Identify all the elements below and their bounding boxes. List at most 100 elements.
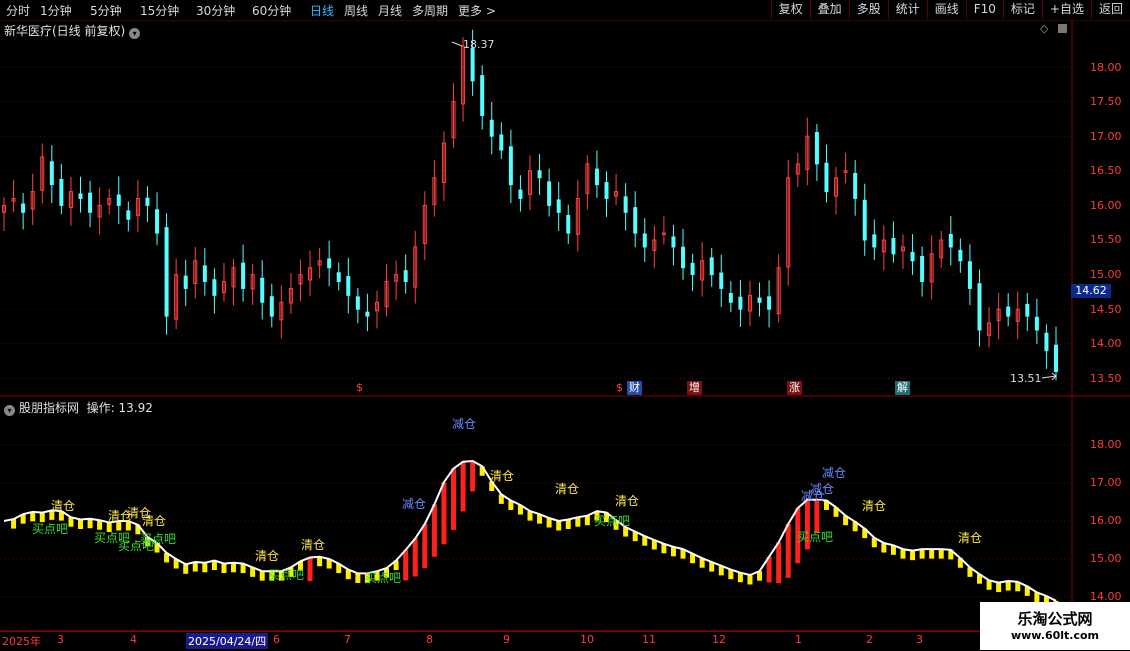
candle-body [824,162,829,193]
x-tick: 6 [273,633,280,646]
signal-clear: 清仓 [862,499,887,513]
candle-body [623,196,628,213]
event-marker-unlock[interactable]: 解 [895,381,910,395]
candle-body [126,210,131,220]
candle-body [719,272,724,289]
candle-body [977,283,982,331]
ind-y-tick: 16.00 [1090,514,1122,527]
indicator-bar-up [450,468,456,530]
candle-body [365,311,370,317]
indicator-title[interactable]: ▾ 股朋指标网 操作: 13.92 [4,399,153,416]
x-tick: 9 [503,633,510,646]
candle-body [327,258,332,269]
candle-body [346,276,351,296]
candle-body [508,146,513,186]
diamond-icon[interactable]: ◇ [1040,22,1048,35]
signal-clear: 清仓 [255,549,280,563]
y-tick: 16.50 [1090,164,1122,177]
signal-reduce: 减仓 [402,497,427,511]
cursor-date-label: 2025/04/24/四 [186,633,269,649]
indicator-bar-down [900,549,906,559]
high-arrow-icon [451,41,463,47]
candle-body [336,272,341,283]
candle-body [499,134,504,151]
indicator-bar-up [785,524,791,578]
event-marker-finance[interactable]: 财 [627,381,642,395]
candle-body [594,168,599,186]
indicator-bar-up [307,557,313,582]
candle-body [202,265,207,283]
panel-toggle-icon[interactable] [1058,24,1067,33]
indicator-bar-up [441,482,447,545]
indicator-bar-down [584,515,590,526]
y-tick: 17.50 [1090,95,1122,108]
indicator-bar-up [412,538,418,577]
signal-buy: 买点吧 [365,571,402,585]
candle-body [269,296,274,317]
y-tick: 16.00 [1090,199,1122,212]
indicator-bar-down [1005,581,1011,591]
candle-body [920,255,925,283]
candle-body [948,233,953,248]
ind-y-tick: 17.00 [1090,476,1122,489]
signal-reduce: 减仓 [801,489,826,503]
x-tick: 2025年 [2,635,41,648]
indicator-bar-down [183,564,189,574]
high-price-label: 18.37 [463,38,495,51]
candle-body [958,249,963,262]
y-tick: 17.00 [1090,130,1122,143]
indicator-bar-down [919,549,925,559]
event-marker-dividend[interactable]: $ [354,381,365,395]
indicator-bar-down [996,582,1002,593]
signal-clear: 清仓 [958,531,983,545]
y-tick: 13.50 [1090,372,1122,385]
candle-body [910,251,915,262]
candle-body [537,170,542,179]
candle-body [967,261,972,289]
watermark: 乐淘公式网 www.60lt.com [980,602,1130,650]
date-axis: 2025年 3 4 2025/04/24/四 6 7 8 9 10 11 12 … [0,631,1072,651]
event-marker-increase[interactable]: 增 [687,381,702,395]
indicator-bar-down [202,562,208,573]
indicator-bar-up [470,460,476,492]
kline-chart[interactable] [0,0,1130,650]
indicator-name: 股朋指标网 [19,401,80,415]
indicator-bar-down [938,549,944,559]
indicator-bar-up [460,461,466,512]
indicator-bar-down [192,562,198,572]
watermark-url: www.60lt.com [1010,629,1100,642]
y-tick: 14.50 [1090,303,1122,316]
candle-body [489,119,494,137]
event-marker-limit-up[interactable]: 涨 [787,381,802,395]
event-marker-dividend[interactable]: $ [614,381,625,395]
signal-reduce: 减仓 [822,466,847,480]
indicator-bar-down [747,574,753,585]
low-price-label: 13.51 [1010,372,1042,385]
indicator-bar-down [929,549,935,559]
candle-body [767,296,772,310]
signal-clear: 清仓 [142,514,167,528]
candle-body [1006,306,1011,317]
candle-body [891,238,896,255]
signal-clear: 清仓 [301,538,326,552]
signal-clear: 清仓 [490,469,515,483]
y-tick: 15.50 [1090,233,1122,246]
indicator-bar-up [422,524,428,569]
candle-body [212,279,217,296]
indicator-bar-down [87,518,93,529]
candle-body [556,199,561,213]
x-tick: 1 [795,633,802,646]
x-tick: 3 [916,633,923,646]
indicator-bar-up [431,504,437,557]
candle-body [728,292,733,303]
candle-body [604,182,609,199]
signal-reduce: 减仓 [452,417,477,431]
candle-body [116,194,121,206]
ind-y-tick: 15.00 [1090,552,1122,565]
indicator-bar-down [221,563,227,574]
indicator-bar-down [11,519,17,529]
candle-body [709,257,714,276]
chevron-down-icon[interactable]: ▾ [4,405,15,416]
signal-buy: 买点吧 [32,522,69,536]
candle-body [403,270,408,283]
